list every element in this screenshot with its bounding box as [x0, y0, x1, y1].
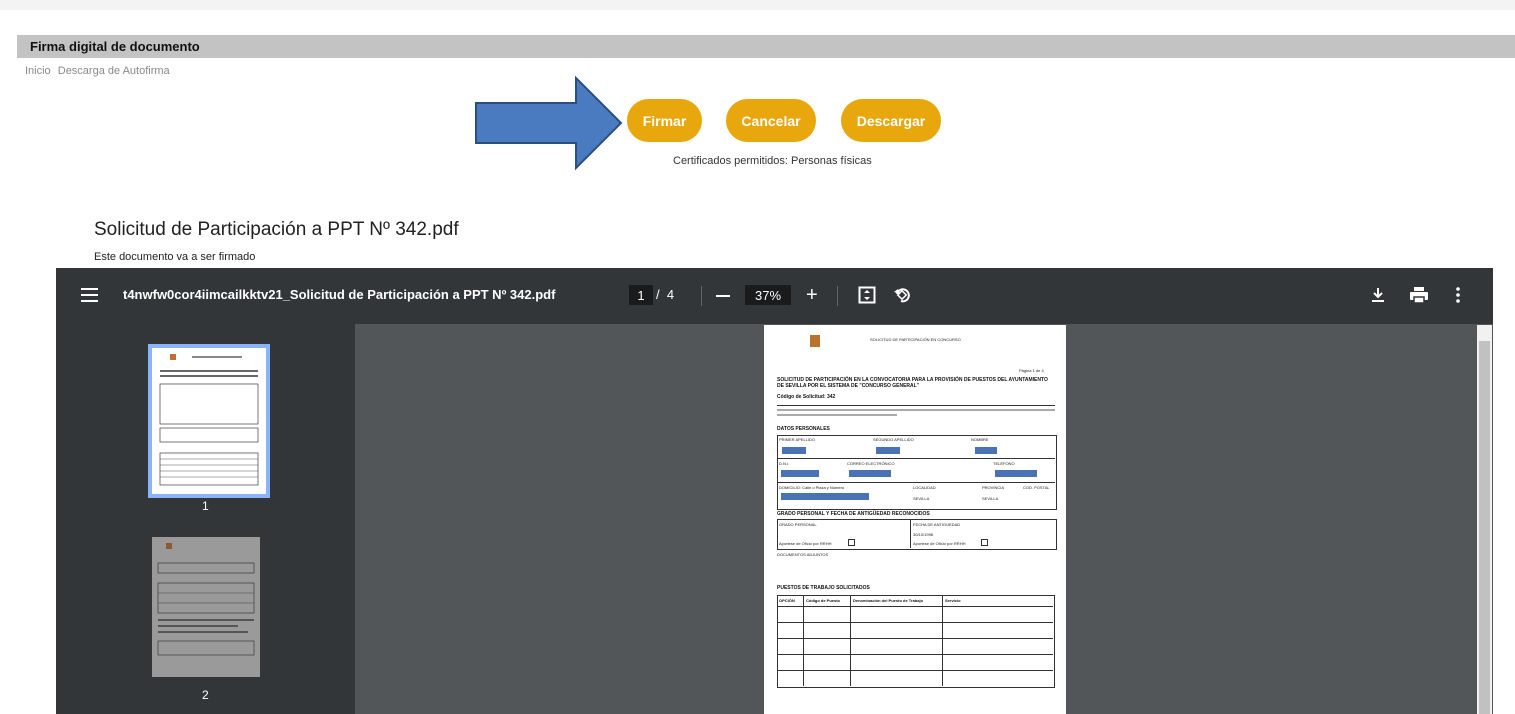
coat-of-arms-icon	[810, 335, 820, 347]
pdf-field-primer-apellido: PRIMER APELLIDO	[779, 437, 816, 442]
pdf-page-label: Página 1 de 4	[1019, 368, 1044, 373]
pdf-request-title: SOLICITUD DE PARTICIPACIÓN EN LA CONVOCA…	[777, 377, 1048, 389]
zoom-input[interactable]: 37%	[745, 285, 791, 305]
redacted-value	[995, 470, 1037, 477]
pdf-rule	[777, 622, 1053, 623]
zoom-out-icon[interactable]	[716, 295, 730, 297]
pdf-rule	[777, 606, 1053, 607]
pdf-field-nombre: NOMBRE	[971, 437, 989, 442]
certificates-note: Certificados permitidos: Personas física…	[673, 155, 872, 167]
page-number-input[interactable]: 1	[629, 285, 653, 305]
pdf-request-code: Código de Solicitud: 342	[777, 394, 836, 400]
more-icon[interactable]	[1454, 286, 1462, 304]
thumbnail-label-2: 2	[202, 688, 209, 702]
pdf-field-grado-personal: GRADO PERSONAL	[779, 522, 817, 527]
document-subtitle: Este documento va a ser firmado	[94, 251, 256, 263]
page-title: Firma digital de documento	[30, 39, 200, 54]
page-thumbnail-2[interactable]	[152, 537, 260, 677]
pdf-field-correo: CORREO ELECTRÓNICO	[847, 461, 895, 466]
pdf-field-telefono: TELÉFONO	[993, 461, 1015, 466]
download-icon[interactable]	[1370, 286, 1386, 304]
cancelar-button[interactable]: Cancelar	[726, 99, 816, 142]
fit-page-icon[interactable]	[858, 286, 876, 304]
redacted-value	[781, 493, 869, 500]
toolbar-divider	[701, 286, 702, 306]
pdf-puestos-table	[777, 595, 1055, 688]
menu-icon[interactable]	[81, 288, 98, 302]
top-strip	[0, 0, 1515, 10]
thumbnail-sidebar: 1 2	[56, 324, 355, 714]
pdf-viewer: t4nwfw0cor4iimcailkktv21_Solicitud de Pa…	[56, 268, 1493, 714]
pdf-rule	[803, 595, 804, 686]
pdf-text-line	[777, 414, 897, 416]
pdf-value-provincia: SEVILLA	[982, 496, 999, 501]
pdf-field-provincia: PROVINCIA	[982, 485, 1005, 490]
pdf-heading: SOLICITUD DE PARTICIPACIÓN EN CONCURSO	[870, 337, 961, 342]
pdf-field-dni: D.N.I.	[779, 461, 790, 466]
pdf-field-localidad: LOCALIDAD	[913, 485, 936, 490]
total-pages: 4	[666, 287, 675, 302]
toolbar-divider	[837, 286, 838, 306]
pdf-rule	[777, 654, 1053, 655]
thumbnail-preview	[157, 543, 255, 656]
pdf-field-documentos: DOCUMENTOS ADJUNTOS	[777, 552, 829, 557]
page-separator: /	[656, 287, 660, 302]
zoom-in-icon[interactable]: +	[806, 285, 818, 305]
pdf-th-denominacion: Denominación del Puesto de Trabajo	[853, 598, 924, 603]
pdf-value-fecha: 30/10/1998	[913, 532, 934, 537]
checkbox-icon	[848, 539, 855, 546]
firmar-button[interactable]: Firmar	[627, 99, 702, 142]
pdf-field-aportar-2: Aportese de Oficio por RRHH	[913, 541, 966, 546]
pdf-section-personal: DATOS PERSONALES	[777, 426, 830, 432]
pdf-filename: t4nwfw0cor4iimcailkktv21_Solicitud de Pa…	[123, 287, 556, 302]
pdf-rule	[777, 670, 1053, 671]
pdf-text-line	[777, 409, 1055, 411]
page-total: / 4	[656, 287, 674, 302]
pdf-section-puestos: PUESTOS DE TRABAJO SOLICITADOS	[777, 585, 870, 591]
print-icon[interactable]	[1409, 286, 1429, 304]
pdf-rule	[850, 595, 851, 686]
page-header-bar: Firma digital de documento	[17, 35, 1515, 58]
pdf-value-localidad: SEVILLA	[913, 496, 930, 501]
document-title: Solicitud de Participación a PPT Nº 342.…	[94, 219, 459, 240]
redacted-value	[782, 447, 806, 454]
redacted-value	[975, 447, 997, 454]
thumbnail-label-1: 1	[202, 499, 209, 513]
pdf-rule	[777, 405, 1055, 406]
pdf-rule	[777, 482, 1055, 483]
pdf-rule	[910, 519, 911, 548]
breadcrumb-inicio[interactable]: Inicio	[25, 65, 51, 77]
checkbox-icon	[981, 539, 988, 546]
pdf-rule	[777, 638, 1053, 639]
redacted-value	[876, 447, 900, 454]
pdf-th-codigo: Código de Puesto	[806, 598, 840, 603]
pointer-arrow-icon	[475, 76, 623, 171]
pdf-field-domicilio: DOMICILIO: Calle o Plaza y Número	[779, 485, 845, 490]
redacted-value	[849, 470, 891, 477]
breadcrumb: Inicio Descarga de Autofirma	[25, 65, 174, 77]
pdf-section-grado: GRADO PERSONAL Y FECHA DE ANTIGÜEDAD REC…	[777, 511, 930, 517]
descargar-button[interactable]: Descargar	[841, 99, 941, 142]
breadcrumb-descarga-autofirma[interactable]: Descarga de Autofirma	[58, 65, 170, 77]
page-thumbnail-1[interactable]	[148, 344, 270, 498]
pdf-rule	[942, 595, 943, 686]
pdf-scrollbar[interactable]	[1477, 325, 1492, 714]
rotate-icon[interactable]	[893, 286, 911, 304]
thumbnail-preview	[159, 354, 259, 486]
redacted-value	[781, 470, 819, 477]
pdf-toolbar: t4nwfw0cor4iimcailkktv21_Solicitud de Pa…	[56, 268, 1493, 324]
pdf-th-servicio: Servicio	[945, 598, 961, 603]
pdf-field-cod-postal: COD. POSTAL	[1023, 485, 1050, 490]
pdf-page: SOLICITUD DE PARTICIPACIÓN EN CONCURSO P…	[764, 325, 1066, 714]
pdf-field-fecha-antiguedad: FECHA DE ANTIGÜEDAD	[913, 522, 961, 527]
pdf-field-aportar-1: Aportese de Oficio por RRHH	[779, 541, 832, 546]
pdf-field-segundo-apellido: SEGUNDO APELLIDO	[873, 437, 914, 442]
pdf-rule	[777, 458, 1055, 459]
scrollbar-thumb[interactable]	[1479, 341, 1490, 714]
pdf-th-opcion: OPCIÓN	[779, 598, 795, 603]
